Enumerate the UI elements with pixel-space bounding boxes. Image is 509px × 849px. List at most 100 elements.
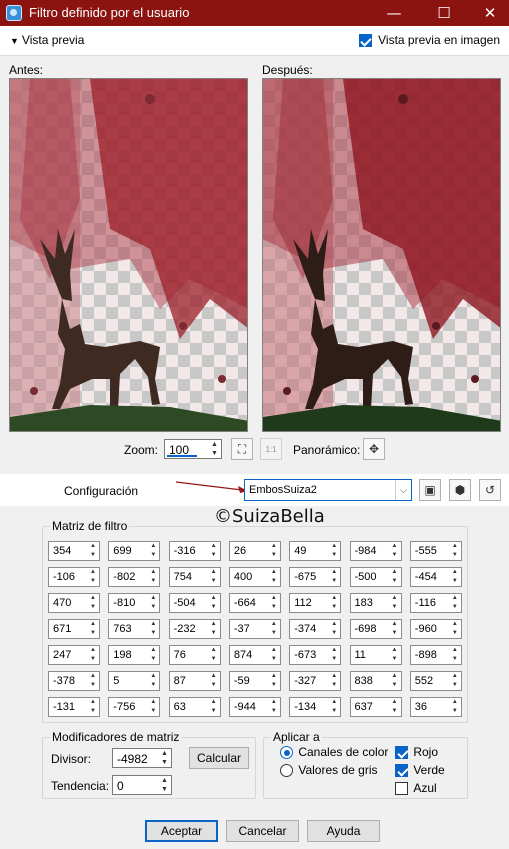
preview-toggle[interactable]: ▼ Vista previa (10, 33, 84, 47)
reset-button[interactable]: ↺ (479, 479, 501, 501)
stepper-icon[interactable]: ▲ ▼ (269, 594, 279, 612)
stepper-icon[interactable]: ▲ ▼ (450, 672, 460, 690)
stepper-icon[interactable]: ▲ ▼ (269, 620, 279, 638)
matrix-cell[interactable]: -131 ▲ ▼ (48, 697, 100, 717)
image-preview-checkbox[interactable]: Vista previa en imagen (358, 33, 500, 48)
stepper-icon[interactable]: ▲ ▼ (390, 542, 400, 560)
matrix-cell[interactable]: 354 ▲ ▼ (48, 541, 100, 561)
gray-values-radio[interactable]: Valores de gris (280, 763, 378, 778)
close-button[interactable]: ✕ (467, 0, 509, 26)
matrix-cell[interactable]: -116 ▲ ▼ (409, 593, 462, 613)
stepper-icon[interactable]: ▲ ▼ (450, 542, 460, 560)
stepper-icon[interactable]: ▲ ▼ (329, 698, 339, 716)
matrix-cell[interactable]: 838 ▲ ▼ (349, 671, 402, 691)
matrix-cell[interactable]: 76 ▲ ▼ (168, 645, 221, 665)
matrix-cell[interactable]: -960 ▲ ▼ (409, 619, 462, 639)
stepper-icon[interactable]: ▲ ▼ (269, 542, 279, 560)
before-image[interactable] (9, 78, 248, 432)
matrix-cell[interactable]: 400 ▲ ▼ (228, 567, 281, 587)
red-checkbox[interactable]: Rojo (395, 745, 438, 760)
stepper-icon[interactable]: ▲ ▼ (390, 594, 400, 612)
stepper-icon[interactable]: ▲ ▼ (450, 646, 460, 664)
stepper-icon[interactable]: ▲ ▼ (450, 620, 460, 638)
color-channels-radio[interactable]: Canales de color (280, 745, 388, 760)
stepper-icon[interactable]: ▲ ▼ (209, 568, 219, 586)
stepper-icon[interactable]: ▲ ▼ (390, 646, 400, 664)
matrix-cell[interactable]: -673 ▲ ▼ (289, 645, 342, 665)
stepper-icon[interactable]: ▲ ▼ (88, 646, 98, 664)
stepper-icon[interactable]: ▲ ▼ (148, 594, 158, 612)
matrix-cell[interactable]: 754 ▲ ▼ (168, 567, 221, 587)
stepper-icon[interactable]: ▲ ▼ (329, 568, 339, 586)
matrix-cell[interactable]: -504 ▲ ▼ (168, 593, 221, 613)
matrix-cell[interactable]: -500 ▲ ▼ (349, 567, 402, 587)
stepper-icon[interactable]: ▲ ▼ (88, 698, 98, 716)
stepper-icon[interactable]: ▲ ▼ (269, 672, 279, 690)
stepper-icon[interactable]: ▲ ▼ (329, 672, 339, 690)
matrix-cell[interactable]: -37 ▲ ▼ (228, 619, 281, 639)
matrix-cell[interactable]: -984 ▲ ▼ (349, 541, 402, 561)
matrix-cell[interactable]: 112 ▲ ▼ (289, 593, 342, 613)
matrix-cell[interactable]: -664 ▲ ▼ (228, 593, 281, 613)
stepper-icon[interactable]: ▲ ▼ (329, 594, 339, 612)
matrix-cell[interactable]: -675 ▲ ▼ (289, 567, 342, 587)
blue-checkbox[interactable]: Azul (395, 781, 437, 796)
minimize-button[interactable]: — (371, 0, 417, 26)
stepper-icon[interactable]: ▲ ▼ (88, 568, 98, 586)
stepper-icon[interactable]: ▲ ▼ (269, 698, 279, 716)
stepper-icon[interactable]: ▲ ▼ (148, 542, 158, 560)
zoom-stepper-icon[interactable]: ▲ ▼ (208, 440, 221, 458)
bias-stepper-icon[interactable]: ▲ ▼ (158, 776, 171, 794)
help-button[interactable]: Ayuda (307, 820, 380, 842)
matrix-cell[interactable]: 763 ▲ ▼ (108, 619, 161, 639)
matrix-cell[interactable]: 699 ▲ ▼ (108, 541, 161, 561)
divisor-input[interactable]: -4982 ▲ ▼ (112, 748, 172, 768)
zoom-input[interactable]: 100 ▲ ▼ (164, 439, 222, 459)
after-image[interactable] (262, 78, 501, 432)
stepper-icon[interactable]: ▲ ▼ (209, 542, 219, 560)
matrix-cell[interactable]: 49 ▲ ▼ (289, 541, 342, 561)
matrix-cell[interactable]: 87 ▲ ▼ (168, 671, 221, 691)
stepper-icon[interactable]: ▲ ▼ (209, 646, 219, 664)
stepper-icon[interactable]: ▲ ▼ (148, 568, 158, 586)
matrix-cell[interactable]: 247 ▲ ▼ (48, 645, 100, 665)
matrix-cell[interactable]: -454 ▲ ▼ (409, 567, 462, 587)
stepper-icon[interactable]: ▲ ▼ (88, 594, 98, 612)
stepper-icon[interactable]: ▲ ▼ (329, 620, 339, 638)
stepper-icon[interactable]: ▲ ▼ (390, 568, 400, 586)
matrix-cell[interactable]: -316 ▲ ▼ (168, 541, 221, 561)
config-select[interactable]: EmbosSuiza2 ⌵ (244, 479, 412, 501)
stepper-icon[interactable]: ▲ ▼ (390, 672, 400, 690)
pan-button[interactable]: ✥ (363, 438, 385, 460)
matrix-cell[interactable]: 552 ▲ ▼ (409, 671, 462, 691)
divisor-stepper-icon[interactable]: ▲ ▼ (158, 749, 171, 767)
matrix-cell[interactable]: 470 ▲ ▼ (48, 593, 100, 613)
stepper-icon[interactable]: ▲ ▼ (209, 698, 219, 716)
stepper-icon[interactable]: ▲ ▼ (209, 672, 219, 690)
maximize-button[interactable]: ☐ (421, 0, 467, 26)
calculate-button[interactable]: Calcular (189, 747, 249, 769)
stepper-icon[interactable]: ▲ ▼ (450, 698, 460, 716)
green-checkbox[interactable]: Verde (395, 763, 445, 778)
save-preset-button[interactable]: ▣ (419, 479, 441, 501)
stepper-icon[interactable]: ▲ ▼ (148, 672, 158, 690)
matrix-cell[interactable]: -810 ▲ ▼ (108, 593, 161, 613)
stepper-icon[interactable]: ▲ ▼ (450, 568, 460, 586)
matrix-cell[interactable]: 11 ▲ ▼ (349, 645, 402, 665)
matrix-cell[interactable]: -232 ▲ ▼ (168, 619, 221, 639)
matrix-cell[interactable]: -944 ▲ ▼ (228, 697, 281, 717)
matrix-cell[interactable]: -802 ▲ ▼ (108, 567, 161, 587)
stepper-icon[interactable]: ▲ ▼ (88, 620, 98, 638)
stepper-icon[interactable]: ▲ ▼ (269, 646, 279, 664)
stepper-icon[interactable]: ▲ ▼ (209, 620, 219, 638)
stepper-icon[interactable]: ▲ ▼ (390, 698, 400, 716)
matrix-cell[interactable]: 5 ▲ ▼ (108, 671, 161, 691)
stepper-icon[interactable]: ▲ ▼ (148, 698, 158, 716)
matrix-cell[interactable]: -374 ▲ ▼ (289, 619, 342, 639)
stepper-icon[interactable]: ▲ ▼ (450, 594, 460, 612)
matrix-cell[interactable]: -134 ▲ ▼ (289, 697, 342, 717)
matrix-cell[interactable]: -698 ▲ ▼ (349, 619, 402, 639)
matrix-cell[interactable]: 36 ▲ ▼ (409, 697, 462, 717)
stepper-icon[interactable]: ▲ ▼ (88, 672, 98, 690)
matrix-cell[interactable]: 198 ▲ ▼ (108, 645, 161, 665)
